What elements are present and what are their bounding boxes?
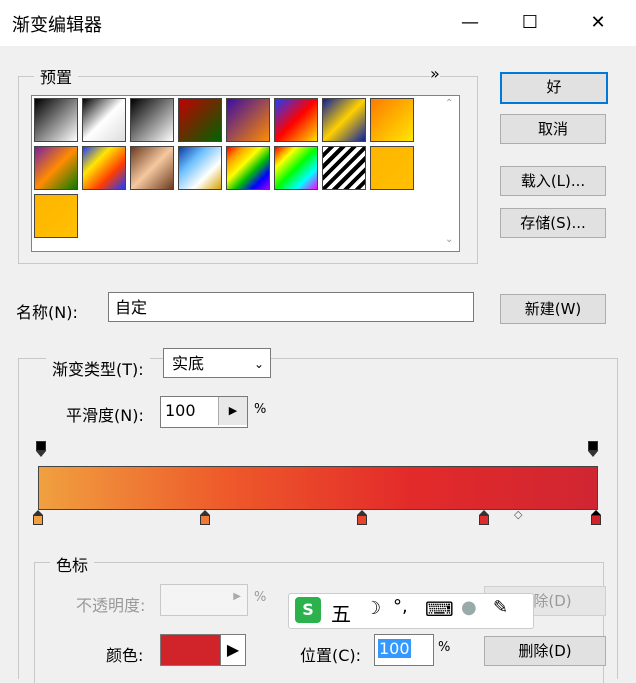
chevron-down-icon: ⌄ <box>253 357 264 371</box>
gradient-type-label: 渐变类型(T): <box>46 356 150 380</box>
preset-swatch[interactable] <box>34 194 78 238</box>
window-title: 渐变编辑器 <box>12 15 102 36</box>
color-stop[interactable] <box>33 510 43 526</box>
presets-menu-icon[interactable]: » <box>430 64 440 83</box>
title-bar: 渐变编辑器 — ☐ ✕ <box>0 0 636 46</box>
cancel-button[interactable]: 取消 <box>500 114 606 144</box>
delete-color-button[interactable]: 删除(D) <box>484 636 606 666</box>
preset-swatch[interactable] <box>178 146 222 190</box>
opacity-stop-left[interactable] <box>36 441 46 457</box>
preset-swatch[interactable] <box>226 146 270 190</box>
presets-label: 预置 <box>34 64 79 88</box>
presets-list: ⌃ ⌄ <box>31 95 460 252</box>
new-button[interactable]: 新建(W) <box>500 294 606 324</box>
opacity-field: ▶ <box>160 584 248 616</box>
position-value: 100 <box>378 639 411 658</box>
preset-swatch[interactable] <box>82 146 126 190</box>
user-icon[interactable]: ● <box>461 597 477 618</box>
preset-swatch[interactable] <box>130 98 174 142</box>
midpoint-diamond-icon[interactable]: ◇ <box>514 508 522 521</box>
color-stop[interactable] <box>479 510 490 526</box>
color-swatch[interactable] <box>160 634 224 666</box>
name-label: 名称(N): <box>16 303 78 322</box>
preset-swatch[interactable] <box>34 146 78 190</box>
preset-swatch[interactable] <box>82 98 126 142</box>
preset-swatch[interactable] <box>274 98 318 142</box>
ime-mode[interactable]: 五 <box>331 598 351 627</box>
minimize-icon[interactable]: — <box>440 0 500 46</box>
opacity-unit: % <box>254 590 267 605</box>
color-stops-label: 色标 <box>50 552 95 576</box>
position-input[interactable]: 100 <box>374 634 434 666</box>
color-stop[interactable] <box>591 510 601 526</box>
opacity-stop-right[interactable] <box>588 441 598 457</box>
color-stop[interactable] <box>356 510 367 526</box>
maximize-icon[interactable]: ☐ <box>500 0 560 46</box>
smoothness-label: 平滑度(N): <box>66 406 144 425</box>
presets-scrollbar[interactable]: ⌃ ⌄ <box>441 96 459 249</box>
preset-swatch[interactable] <box>322 98 366 142</box>
preset-swatch[interactable] <box>322 146 366 190</box>
preset-swatch[interactable] <box>34 98 78 142</box>
preset-swatch[interactable] <box>274 146 318 190</box>
preset-swatch[interactable] <box>178 98 222 142</box>
smoothness-input[interactable]: 100 <box>165 401 196 420</box>
gradient-type-select[interactable]: 实底 ⌄ <box>163 348 271 378</box>
scroll-up-icon[interactable]: ⌃ <box>445 98 453 109</box>
sogou-logo-icon[interactable]: S <box>295 597 321 623</box>
save-button[interactable]: 存储(S)... <box>500 208 606 238</box>
preset-swatch[interactable] <box>370 146 414 190</box>
smoothness-arrow-icon[interactable]: ▶ <box>218 397 247 425</box>
smoothness-field[interactable]: 100 ▶ <box>160 396 248 428</box>
wrench-icon[interactable]: ✎ <box>493 597 508 618</box>
position-unit: % <box>438 640 451 655</box>
close-icon[interactable]: ✕ <box>568 0 628 46</box>
load-button[interactable]: 载入(L)... <box>500 166 606 196</box>
position-label: 位置(C): <box>300 646 362 665</box>
scroll-down-icon[interactable]: ⌄ <box>445 234 453 245</box>
preset-swatch[interactable] <box>226 98 270 142</box>
gradient-preview-bar[interactable] <box>38 466 598 510</box>
keyboard-icon[interactable]: ⌨ <box>425 597 454 621</box>
name-input[interactable]: 自定 <box>108 292 474 322</box>
preset-swatch[interactable] <box>130 146 174 190</box>
color-stop[interactable] <box>200 510 211 526</box>
ime-toolbar[interactable]: S 五 ☽ °, ⌨ ● ✎ <box>288 593 534 629</box>
color-picker-arrow-icon[interactable]: ▶ <box>220 634 246 666</box>
smoothness-unit: % <box>254 402 267 417</box>
moon-icon[interactable]: ☽ <box>365 598 381 619</box>
gradient-type-value: 实底 <box>172 354 205 373</box>
color-label: 颜色: <box>106 646 144 665</box>
ok-button[interactable]: 好 <box>500 72 608 104</box>
opacity-arrow-icon: ▶ <box>233 591 241 602</box>
punctuation-icon[interactable]: °, <box>393 596 408 617</box>
opacity-label: 不透明度: <box>76 596 146 615</box>
preset-swatch[interactable] <box>370 98 414 142</box>
